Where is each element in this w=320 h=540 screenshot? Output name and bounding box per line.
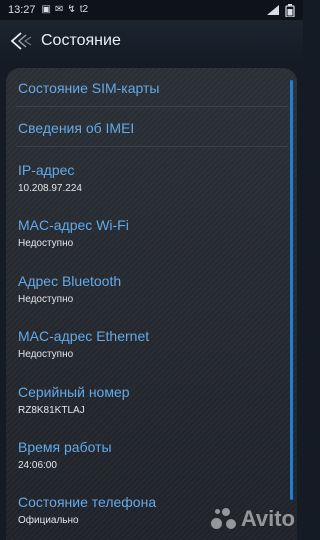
item-title: MAC-адрес Ethernet [18, 328, 150, 344]
gallery-icon: ▣ [41, 4, 51, 15]
item-value: 24:06:00 [18, 460, 57, 471]
status-time: 13:27 [8, 4, 36, 16]
carrier-label: t2 [79, 4, 89, 15]
app-bar: Состояние [0, 20, 303, 62]
list-item-wifi-mac: MAC-адрес Wi-Fi Недоступно [6, 217, 297, 250]
list-item-imei[interactable]: Сведения об IMEI [6, 120, 297, 136]
list-item-uptime: Время работы 24:06:00 [6, 439, 297, 472]
item-title: IP-адрес [18, 162, 75, 178]
list-item-sim-status[interactable]: Состояние SIM-карты [6, 80, 297, 96]
item-value: RZ8K81KTLAJ [18, 405, 85, 416]
item-value: Недоступно [18, 238, 74, 249]
list-item-ethernet-mac: MAC-адрес Ethernet Недоступно [6, 328, 297, 361]
page-title: Состояние [41, 32, 121, 49]
divider [16, 106, 288, 107]
item-value: Недоступно [18, 294, 74, 305]
back-button[interactable] [7, 27, 35, 55]
back-arrow-icon [10, 32, 32, 50]
avito-logo-icon [210, 506, 237, 532]
list-item-bluetooth-address: Адрес Bluetooth Недоступно [6, 273, 297, 306]
list-item-serial-number: Серийный номер RZ8K81KTLAJ [6, 384, 297, 417]
list-item-ip-address: IP-адрес 10.208.97.224 [6, 162, 297, 195]
signal-icon [267, 5, 279, 15]
divider [16, 146, 288, 147]
item-title: Адрес Bluetooth [18, 273, 122, 289]
status-list-panel: Состояние SIM-карты Сведения об IMEI IP-… [6, 68, 297, 540]
item-title: Время работы [18, 439, 112, 455]
item-value: 10.208.97.224 [18, 183, 82, 194]
item-title: Серийный номер [18, 384, 130, 400]
mail-icon: ✉ [54, 4, 64, 15]
avito-watermark: Avito [210, 506, 295, 532]
item-value: Недоступно [18, 349, 74, 360]
battery-icon [285, 3, 295, 17]
item-title: MAC-адрес Wi-Fi [18, 217, 129, 233]
status-bar: 13:27 ▣ ✉ ↯ t2 [0, 0, 303, 20]
item-title: Состояние SIM-карты [18, 80, 160, 96]
item-title: Сведения об IMEI [18, 120, 135, 136]
watermark-text: Avito [240, 506, 295, 531]
missed-call-icon: ↯ [67, 4, 76, 15]
